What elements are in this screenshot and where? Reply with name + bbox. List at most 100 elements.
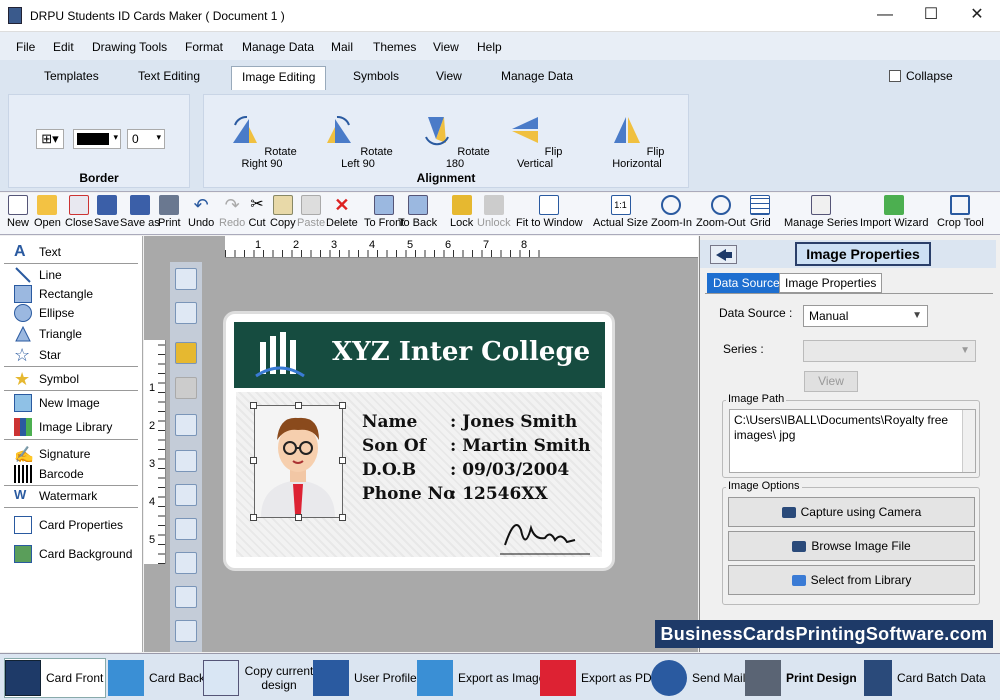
resize-handle[interactable] bbox=[339, 402, 346, 409]
send-backward-icon[interactable] bbox=[175, 302, 197, 324]
collapse-button[interactable]: Collapse bbox=[889, 69, 953, 83]
tab-image-editing[interactable]: Image Editing bbox=[231, 66, 327, 90]
tool-card-background[interactable]: Card Background bbox=[14, 545, 132, 563]
to-back-button[interactable]: To Back bbox=[398, 195, 437, 229]
resize-handle[interactable] bbox=[295, 514, 302, 521]
card-batch-data-button[interactable]: Card Batch Data bbox=[864, 658, 986, 698]
unlock-icon[interactable] bbox=[175, 377, 197, 399]
menu-manage-data[interactable]: Manage Data bbox=[242, 40, 314, 54]
menu-edit[interactable]: Edit bbox=[53, 40, 74, 54]
align-left-icon[interactable] bbox=[175, 414, 197, 436]
resize-handle[interactable] bbox=[250, 457, 257, 464]
fit-to-window-button[interactable]: Fit to Window bbox=[516, 195, 583, 229]
tab-symbols[interactable]: Symbols bbox=[353, 69, 399, 83]
print-button[interactable]: Print bbox=[158, 195, 181, 229]
tab-data-source[interactable]: Data Source bbox=[707, 273, 786, 293]
rotate-right-90-button[interactable]: Rotate Right 90 bbox=[217, 113, 307, 170]
tool-rectangle[interactable]: Rectangle bbox=[14, 285, 93, 303]
rotate-left-90-button[interactable]: Rotate Left 90 bbox=[313, 113, 403, 170]
flip-horizontal-button[interactable]: Flip Horizontal bbox=[592, 113, 682, 170]
resize-handle[interactable] bbox=[250, 514, 257, 521]
student-photo[interactable] bbox=[254, 405, 343, 518]
data-source-dropdown[interactable]: Manual ▼ bbox=[803, 305, 928, 327]
zoom-out-button[interactable]: Zoom-Out bbox=[696, 195, 746, 229]
tool-star[interactable]: ☆ Star bbox=[14, 346, 61, 364]
align-center-icon[interactable] bbox=[175, 552, 197, 574]
tool-ellipse[interactable]: Ellipse bbox=[14, 304, 74, 322]
back-arrow-icon[interactable] bbox=[710, 245, 737, 264]
bring-forward-icon[interactable] bbox=[175, 268, 197, 290]
save-button[interactable]: Save bbox=[94, 195, 119, 229]
tool-barcode[interactable]: Barcode bbox=[14, 465, 84, 483]
grid-button[interactable]: Grid bbox=[750, 195, 771, 229]
close-doc-button[interactable]: Close bbox=[65, 195, 93, 229]
card-back-button[interactable]: Card Back bbox=[108, 658, 205, 698]
browse-image-button[interactable]: Browse Image File bbox=[728, 531, 975, 561]
export-image-button[interactable]: Export as Image bbox=[417, 658, 545, 698]
menu-help[interactable]: Help bbox=[477, 40, 502, 54]
close-button[interactable]: ✕ bbox=[954, 0, 1000, 32]
redo-button[interactable]: ↷ Redo bbox=[219, 195, 245, 229]
minimize-button[interactable]: — bbox=[862, 0, 908, 32]
tab-image-properties[interactable]: Image Properties bbox=[779, 273, 883, 293]
lock-button[interactable]: Lock bbox=[450, 195, 473, 229]
menu-format[interactable]: Format bbox=[185, 40, 223, 54]
border-style-dropdown[interactable]: ⊞▾ bbox=[36, 129, 64, 149]
view-button[interactable]: View bbox=[804, 371, 858, 392]
copy-button[interactable]: Copy bbox=[270, 195, 296, 229]
move-icon[interactable] bbox=[175, 620, 197, 642]
export-pdf-button[interactable]: Export as PDF bbox=[540, 658, 659, 698]
copy-design-button[interactable]: Copy current design bbox=[203, 658, 314, 698]
capture-camera-button[interactable]: Capture using Camera bbox=[728, 497, 975, 527]
tool-symbol[interactable]: ★ Symbol bbox=[14, 370, 79, 388]
resize-handle[interactable] bbox=[295, 402, 302, 409]
border-width-dropdown[interactable]: 0 ▾ bbox=[127, 129, 165, 149]
tab-manage-data[interactable]: Manage Data bbox=[501, 69, 573, 83]
tool-image-library[interactable]: Image Library bbox=[14, 418, 112, 436]
menu-file[interactable]: File bbox=[16, 40, 35, 54]
zoom-in-button[interactable]: Zoom-In bbox=[651, 195, 692, 229]
actual-size-button[interactable]: 1:1 Actual Size bbox=[593, 195, 648, 229]
user-profile-button[interactable]: User Profile bbox=[313, 658, 417, 698]
align-middle-icon[interactable] bbox=[175, 586, 197, 608]
delete-button[interactable]: ✕ Delete bbox=[326, 195, 358, 229]
tab-text-editing[interactable]: Text Editing bbox=[138, 69, 200, 83]
send-mail-button[interactable]: Send Mail bbox=[651, 658, 745, 698]
tool-triangle[interactable]: Triangle bbox=[14, 325, 82, 343]
undo-button[interactable]: ↶ Undo bbox=[188, 195, 214, 229]
menu-themes[interactable]: Themes bbox=[373, 40, 416, 54]
border-color-dropdown[interactable]: ▾ bbox=[73, 129, 121, 149]
manage-series-button[interactable]: Manage Series bbox=[784, 195, 858, 229]
import-wizard-button[interactable]: Import Wizard bbox=[860, 195, 928, 229]
lock-icon[interactable] bbox=[175, 342, 197, 364]
tool-signature[interactable]: ✍ Signature bbox=[14, 445, 90, 464]
save-as-button[interactable]: Save as bbox=[120, 195, 160, 229]
tab-view[interactable]: View bbox=[436, 69, 462, 83]
menu-mail[interactable]: Mail bbox=[331, 40, 353, 54]
tool-line[interactable]: Line bbox=[14, 266, 62, 284]
resize-handle[interactable] bbox=[339, 514, 346, 521]
tool-new-image[interactable]: New Image bbox=[14, 394, 100, 412]
print-design-button[interactable]: Print Design bbox=[745, 658, 857, 698]
maximize-button[interactable]: ☐ bbox=[908, 0, 954, 32]
scrollbar[interactable] bbox=[962, 410, 975, 472]
rotate-180-button[interactable]: Rotate 180 bbox=[410, 113, 500, 170]
align-bottom-icon[interactable] bbox=[175, 518, 197, 540]
tool-text[interactable]: A Text bbox=[14, 243, 61, 261]
menu-drawing-tools[interactable]: Drawing Tools bbox=[92, 40, 167, 54]
tool-watermark[interactable]: W Watermark bbox=[14, 487, 97, 505]
align-right-icon[interactable] bbox=[175, 450, 197, 472]
new-button[interactable]: New bbox=[7, 195, 29, 229]
align-top-icon[interactable] bbox=[175, 484, 197, 506]
series-dropdown[interactable]: ▼ bbox=[803, 340, 976, 362]
resize-handle[interactable] bbox=[250, 402, 257, 409]
tab-templates[interactable]: Templates bbox=[44, 69, 99, 83]
select-library-button[interactable]: Select from Library bbox=[728, 565, 975, 595]
open-button[interactable]: Open bbox=[34, 195, 61, 229]
paste-button[interactable]: Paste bbox=[297, 195, 325, 229]
menu-view[interactable]: View bbox=[433, 40, 459, 54]
card-front-button[interactable]: Card Front bbox=[4, 658, 106, 698]
unlock-button[interactable]: Unlock bbox=[477, 195, 511, 229]
cut-button[interactable]: ✂ Cut bbox=[247, 195, 267, 229]
crop-tool-button[interactable]: Crop Tool bbox=[937, 195, 984, 229]
